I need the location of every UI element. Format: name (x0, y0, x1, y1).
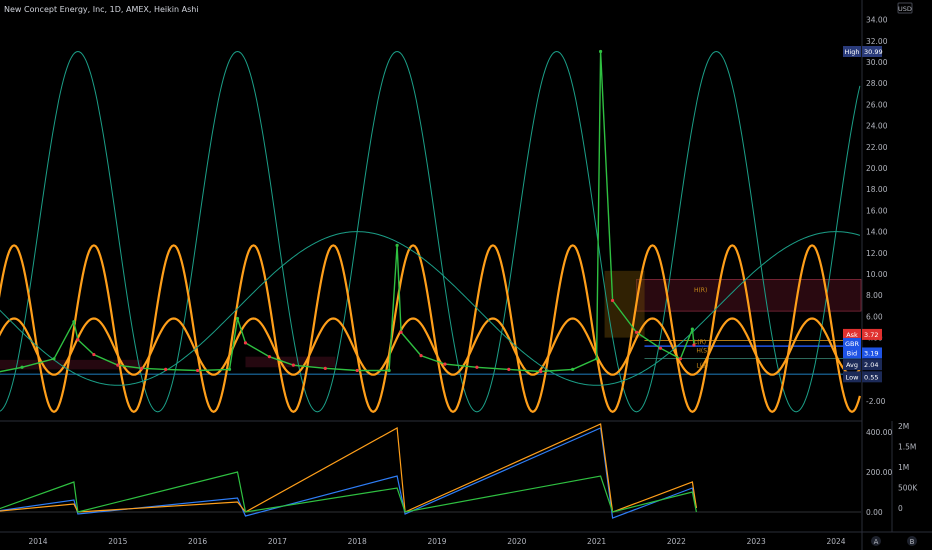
zone-label: L(R) (694, 339, 706, 346)
price-label-name: Low (846, 373, 859, 381)
y-tick: -2.00 (866, 397, 886, 406)
y-tick: 12.00 (866, 249, 888, 258)
price-point (399, 330, 403, 334)
price-point (291, 363, 295, 367)
price-label-name: Ask (846, 331, 858, 339)
osc-y-tick: 200.00 (866, 468, 892, 477)
price-point (243, 341, 248, 345)
price-point (76, 338, 80, 342)
chart-canvas[interactable]: 34.00 32.00 30.00 28.00 26.00 24.00 22.00 20.00… (0, 0, 932, 550)
x-tick-2024: 2024 (826, 537, 845, 546)
price-label-name: Avg (846, 361, 858, 369)
price-point (20, 365, 24, 369)
price-point (355, 368, 359, 373)
price-label-name: High (845, 48, 860, 56)
price-label-value: 2.04 (864, 361, 878, 369)
price-point (196, 368, 200, 373)
x-tick-2014: 2014 (28, 537, 47, 546)
x-tick-2018: 2018 (348, 537, 367, 546)
x-tick-2016: 2016 (188, 537, 207, 546)
volume-tick: 1.5M (898, 443, 916, 452)
x-tick-2021: 2021 (587, 537, 606, 546)
price-label-value: 0.55 (864, 373, 878, 381)
y-tick: 30.00 (866, 58, 888, 67)
y-tick: 28.00 (866, 79, 888, 88)
y-tick: 34.00 (866, 16, 888, 25)
price-label-name: Bid (847, 349, 857, 357)
price-point (395, 243, 399, 247)
zone-label: H(S) (696, 347, 709, 354)
price-point (116, 363, 120, 367)
price-point (387, 368, 391, 373)
price-point (443, 362, 447, 366)
x-tick-2019: 2019 (427, 537, 446, 546)
price-point (72, 320, 76, 324)
price-point (92, 352, 96, 357)
y-tick: 6.00 (866, 312, 883, 321)
price-point (507, 367, 511, 371)
volume-tick: 500K (898, 484, 918, 493)
price-point (475, 365, 479, 369)
y-tick: 18.00 (866, 185, 888, 194)
y-tick: 10.00 (866, 270, 888, 279)
price-label-name: GBR (845, 340, 859, 348)
y-tick: 32.00 (866, 37, 888, 46)
price-point (678, 357, 682, 361)
price-point (323, 366, 327, 370)
price-label-value: 3.72 (864, 331, 878, 339)
volume-tick: 2M (898, 422, 909, 431)
auto-scale-label: A (874, 538, 879, 546)
y-tick: 20.00 (866, 164, 888, 173)
price-label-value: 3.19 (864, 349, 878, 357)
price-point (419, 354, 423, 358)
price-point (267, 355, 272, 359)
price-point (235, 316, 240, 321)
price-point (598, 49, 603, 54)
price-label-value: 30.99 (864, 48, 883, 56)
osc-y-tick: 400.00 (866, 428, 892, 437)
x-tick-2015: 2015 (108, 537, 127, 546)
symbol-title: New Concept Energy, Inc, 1D, AMEX, Heiki… (4, 5, 199, 14)
osc-y-tick: 0.00 (866, 508, 883, 517)
y-tick: 14.00 (866, 228, 888, 237)
currency-label: USD (898, 5, 912, 13)
price-point (595, 357, 599, 361)
x-tick-2022: 2022 (667, 537, 686, 546)
price-point (140, 366, 144, 370)
zone-label: L(S) (696, 362, 708, 369)
y-tick: 8.00 (866, 291, 883, 300)
log-scale-label: B (910, 538, 915, 546)
price-point (610, 298, 615, 303)
x-tick-2017: 2017 (268, 537, 287, 546)
volume-tick: 1M (898, 463, 909, 472)
x-tick-2020: 2020 (507, 537, 526, 546)
y-tick: 16.00 (866, 206, 888, 215)
price-point (571, 367, 575, 371)
price-point (634, 330, 639, 334)
price-point (658, 346, 663, 350)
x-tick-2023: 2023 (747, 537, 766, 546)
price-point (164, 367, 168, 371)
price-point (227, 367, 232, 371)
price-point (690, 327, 694, 331)
price-point (539, 369, 543, 374)
zone-box (245, 356, 336, 368)
zone-label: H(R) (694, 287, 707, 294)
y-tick: 26.00 (866, 100, 888, 109)
y-tick: 24.00 (866, 122, 888, 131)
volume-tick: 0 (898, 504, 903, 513)
y-tick: 22.00 (866, 143, 888, 152)
price-point (52, 357, 56, 361)
